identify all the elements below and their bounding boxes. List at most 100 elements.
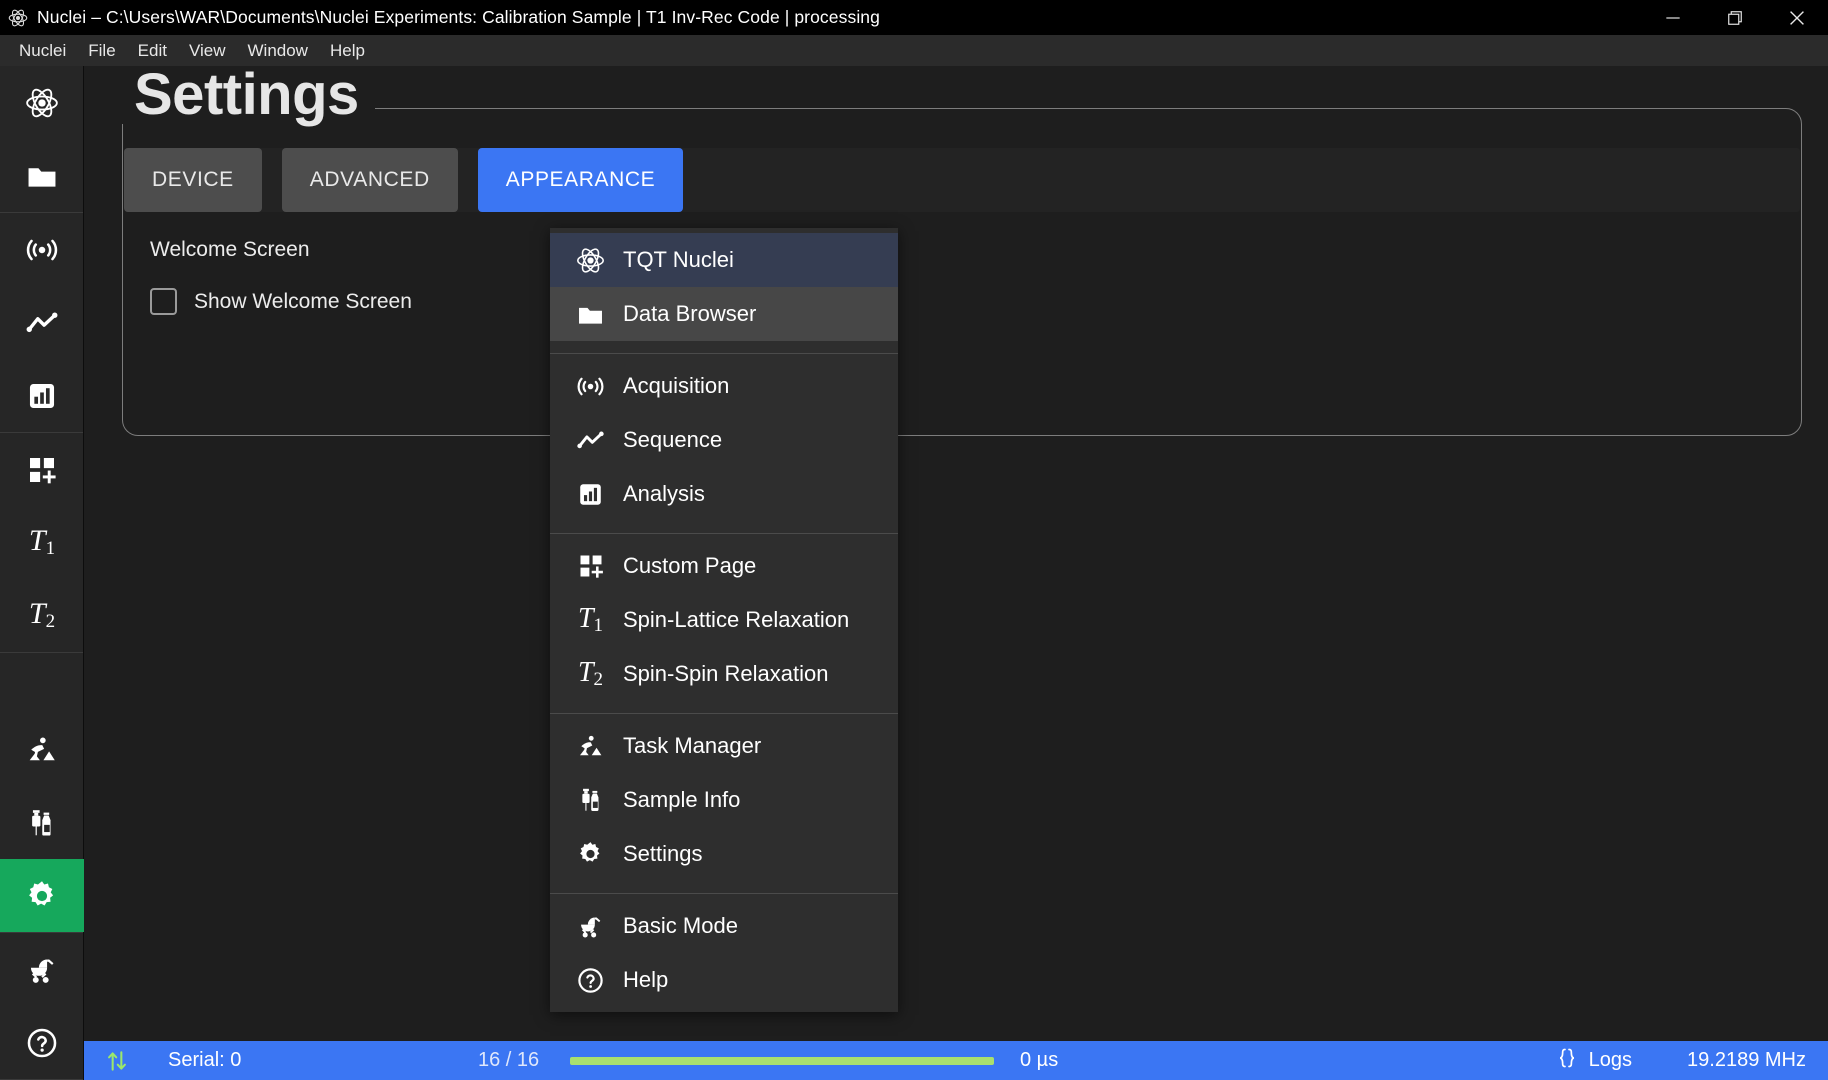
menu-item-help[interactable]: Help: [319, 38, 376, 64]
folder-icon: [25, 159, 59, 193]
sidebar-item-analysis[interactable]: [0, 359, 84, 432]
sidebar-group-3: T1 T2: [0, 433, 83, 653]
dropdown-item-custom-page[interactable]: Custom Page: [550, 539, 898, 593]
dropdown-item-label: Task Manager: [623, 733, 762, 758]
window-controls: [1642, 0, 1828, 35]
grid-plus-icon: [576, 552, 605, 581]
dropdown-item-analysis[interactable]: Analysis: [550, 467, 898, 521]
logs-button[interactable]: Logs: [1555, 1046, 1632, 1076]
dropdown-item-label: Analysis: [623, 481, 705, 506]
dropdown-item-spin-spin-relaxation[interactable]: T2 Spin-Spin Relaxation: [550, 647, 898, 701]
menu-item-edit[interactable]: Edit: [127, 38, 178, 64]
sidebar-item-spin-spin-relaxation[interactable]: T2: [0, 579, 84, 652]
dropdown-item-label: Settings: [623, 841, 703, 866]
bar-chart-icon: [576, 480, 605, 509]
worker-icon: [25, 733, 59, 767]
dropdown-item-sample-info[interactable]: Sample Info: [550, 773, 898, 827]
dropdown-item-label: Custom Page: [623, 553, 757, 578]
sidebar-item-task-manager[interactable]: [0, 713, 84, 786]
sidebar-item-custom-page[interactable]: [0, 433, 84, 506]
frequency-readout: 19.2189 MHz: [1687, 1049, 1806, 1071]
sidebar-group-1: [0, 66, 83, 213]
gear-icon: [576, 840, 605, 869]
dropdown-gap: [550, 521, 898, 528]
sidebar-item-data-browser[interactable]: [0, 139, 84, 212]
dropdown-separator: [550, 533, 898, 534]
dropdown-item-label: TQT Nuclei: [623, 247, 734, 272]
sidebar-item-spin-lattice-relaxation[interactable]: T1: [0, 506, 84, 579]
t1-icon: T1: [577, 602, 604, 637]
dropdown-item-label: Spin-Spin Relaxation: [623, 661, 829, 686]
dropdown-gap: [550, 341, 898, 348]
sidebar-item-tqt-nuclei[interactable]: [0, 66, 84, 139]
tab-bar: DEVICE ADVANCED APPEARANCE: [124, 148, 684, 212]
sidebar-item-sequence[interactable]: [0, 286, 84, 359]
menu-item-window[interactable]: Window: [237, 38, 319, 64]
tab-advanced[interactable]: ADVANCED: [281, 148, 458, 212]
page-title: Settings: [120, 66, 375, 124]
sidebar-group-4: [0, 713, 84, 933]
tab-appearance[interactable]: APPEARANCE: [477, 148, 684, 212]
sample-vial-icon: [576, 786, 605, 815]
status-bar: Serial: 0 16 / 16 0 µs Logs 19.2189 MHz: [84, 1041, 1828, 1080]
line-chart-icon: [576, 426, 605, 455]
sidebar-item-sample-info[interactable]: [0, 786, 84, 859]
dropdown-gap: [550, 701, 898, 708]
worker-icon: [576, 732, 605, 761]
menu-item-nuclei[interactable]: Nuclei: [8, 38, 77, 64]
dropdown-item-label: Sample Info: [623, 787, 741, 812]
sidebar-item-settings[interactable]: [0, 859, 84, 932]
dropdown-item-data-browser[interactable]: Data Browser: [550, 287, 898, 341]
sidebar-item-help[interactable]: [0, 1006, 84, 1079]
dropdown-item-spin-lattice-relaxation[interactable]: T1 Spin-Lattice Relaxation: [550, 593, 898, 647]
dropdown-item-label: Sequence: [623, 427, 723, 452]
window-title: Nuclei – C:\Users\WAR\Documents\Nuclei E…: [37, 7, 880, 27]
menu-item-view[interactable]: View: [178, 38, 237, 64]
dropdown-item-sequence[interactable]: Sequence: [550, 413, 898, 467]
gear-icon: [24, 878, 60, 914]
question-circle-icon: [576, 966, 605, 995]
grid-plus-icon: [26, 454, 58, 486]
atom-icon: [8, 8, 28, 28]
question-circle-icon: [25, 1026, 59, 1060]
close-icon[interactable]: [1766, 0, 1828, 35]
broadcast-icon: [25, 233, 59, 267]
dropdown-separator: [550, 713, 898, 714]
stroller-icon: [25, 953, 59, 987]
braces-icon: [1555, 1046, 1579, 1076]
main-content: Settings DEVICE ADVANCED APPEARANCE Welc…: [84, 66, 1828, 1080]
minimize-icon[interactable]: [1642, 0, 1704, 35]
atom-icon: [25, 86, 59, 120]
show-welcome-screen-row[interactable]: Show Welcome Screen: [150, 288, 412, 315]
dropdown-item-help[interactable]: Help: [550, 953, 898, 1007]
serial-status: Serial: 0: [168, 1049, 242, 1071]
dropdown-item-label: Acquisition: [623, 373, 730, 398]
broadcast-icon: [576, 372, 605, 401]
bar-chart-icon: [25, 379, 59, 413]
dropdown-item-label: Help: [623, 967, 669, 992]
dropdown-item-acquisition[interactable]: Acquisition: [550, 359, 898, 413]
line-chart-icon: [25, 306, 59, 340]
restore-icon[interactable]: [1704, 0, 1766, 35]
dropdown-item-task-manager[interactable]: Task Manager: [550, 719, 898, 773]
menu-item-file[interactable]: File: [77, 38, 126, 64]
tab-device[interactable]: DEVICE: [124, 148, 262, 212]
progress-bar: [570, 1056, 994, 1065]
dropdown-item-settings[interactable]: Settings: [550, 827, 898, 881]
dropdown-separator: [550, 353, 898, 354]
show-welcome-screen-checkbox[interactable]: [150, 288, 177, 315]
welcome-screen-group-label: Welcome Screen: [150, 238, 310, 261]
dropdown-item-label: Spin-Lattice Relaxation: [623, 607, 850, 632]
sidebar-group-2: [0, 213, 83, 433]
stroller-icon: [576, 912, 605, 941]
sidebar-item-basic-mode[interactable]: [0, 933, 84, 1006]
window-dropdown-menu: TQT Nuclei Data Browser Acquisition Sequ…: [550, 228, 898, 1012]
sidebar: T1 T2: [0, 66, 84, 1080]
folder-icon: [576, 300, 605, 329]
dropdown-item-tqt-nuclei[interactable]: TQT Nuclei: [550, 233, 898, 287]
sidebar-item-acquisition[interactable]: [0, 213, 84, 286]
sidebar-group-5: [0, 933, 83, 1080]
title-bar: Nuclei – C:\Users\WAR\Documents\Nuclei E…: [0, 0, 1828, 35]
dropdown-item-basic-mode[interactable]: Basic Mode: [550, 899, 898, 953]
